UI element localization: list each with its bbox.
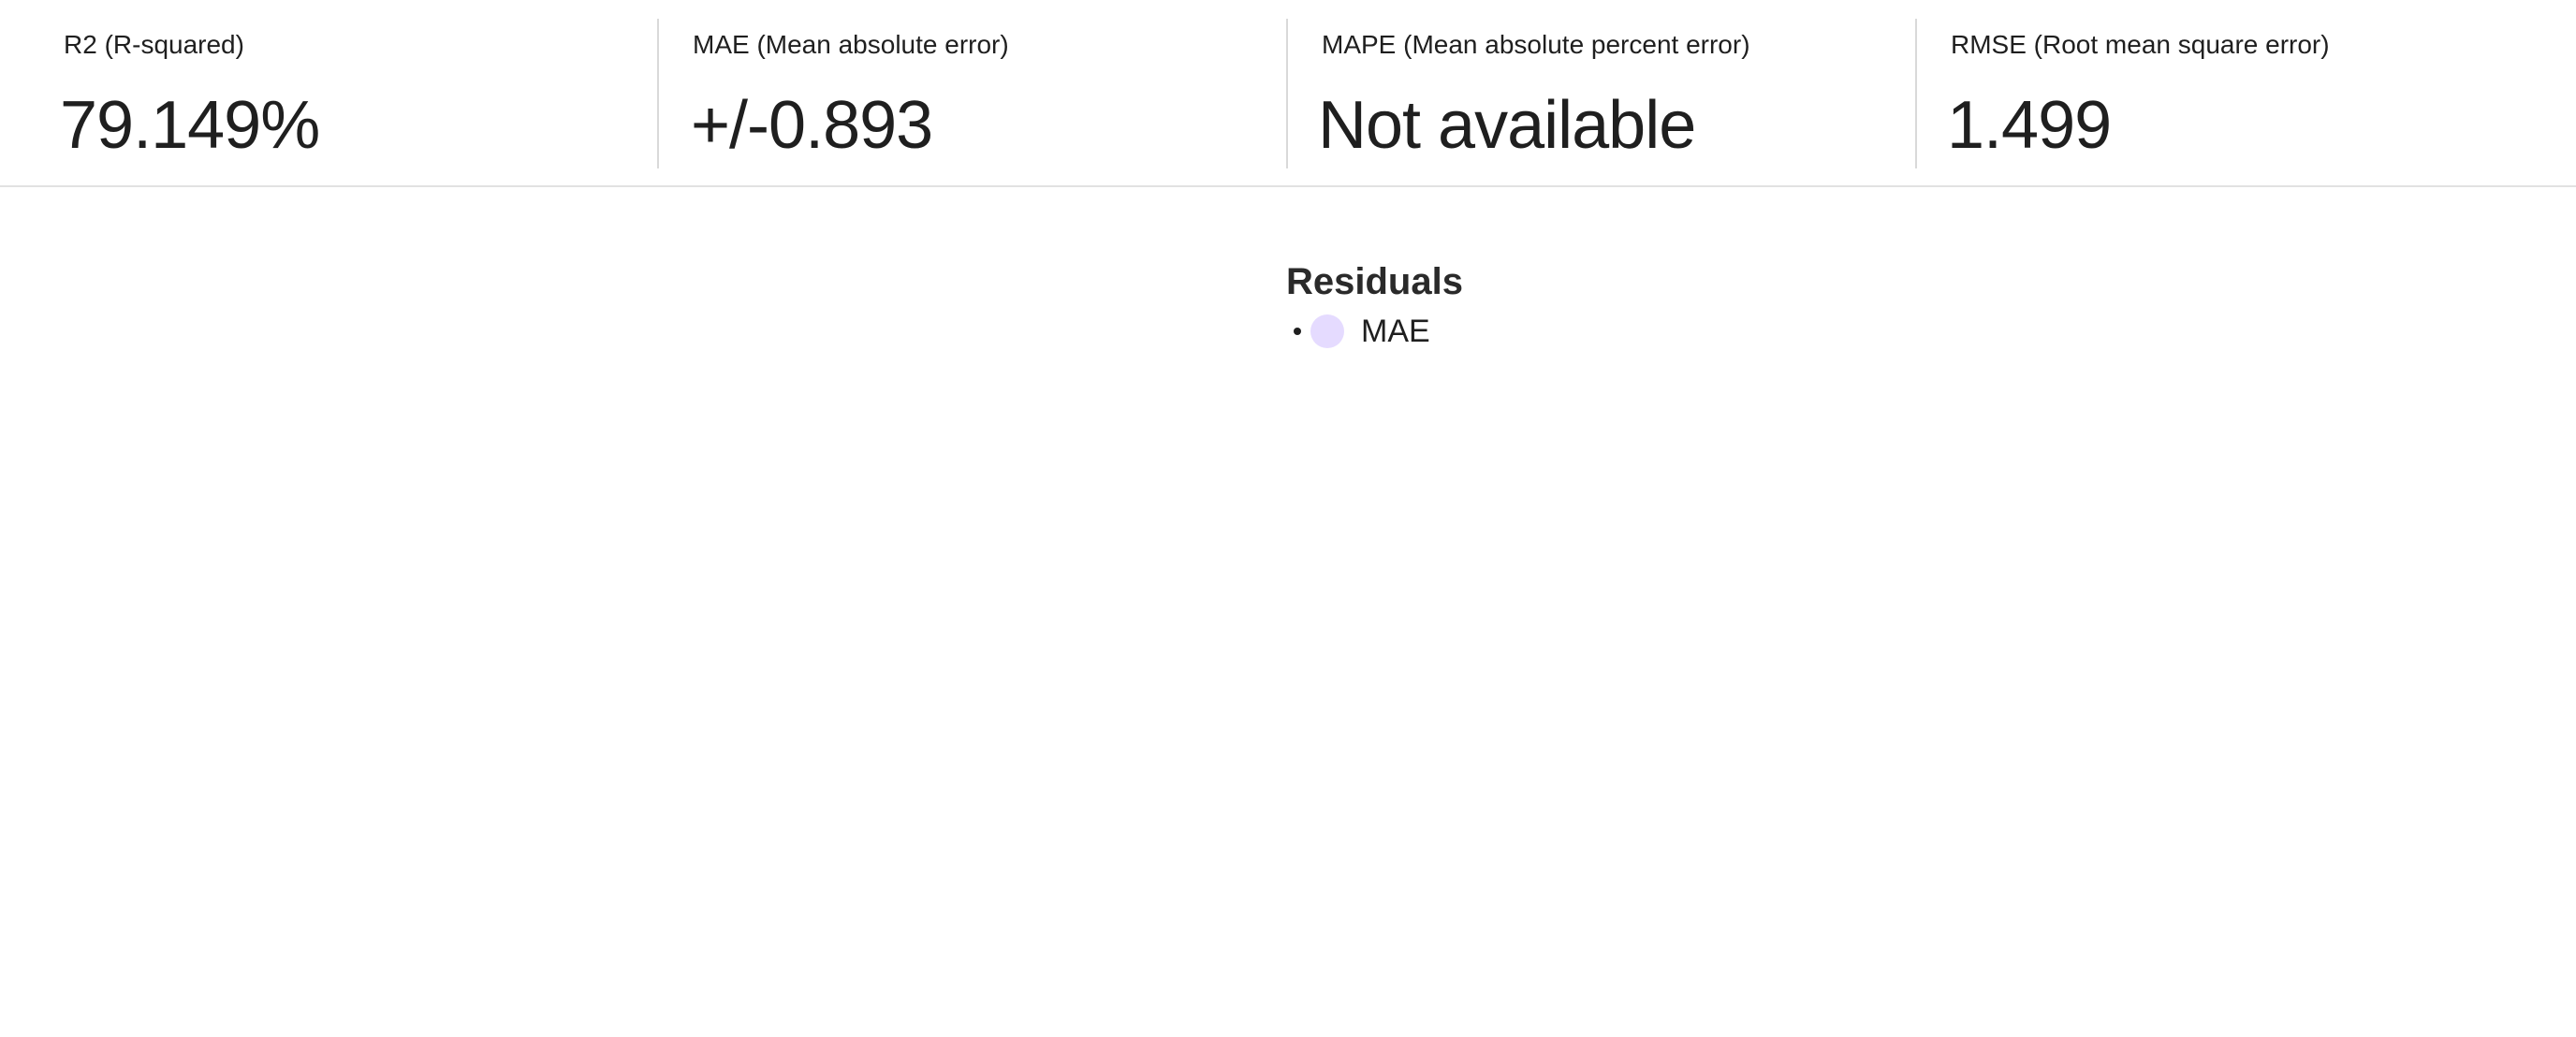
legend-item-mae[interactable]: MAE: [1286, 309, 1463, 354]
legend-swatch-icon: [1310, 314, 1344, 348]
metric-label: MAE (Mean absolute error): [693, 30, 1009, 59]
legend-label: MAE: [1361, 313, 1430, 349]
metric-label: MAPE (Mean absolute percent error): [1322, 30, 1750, 59]
bullet-icon: [1294, 328, 1301, 335]
metric-card-r2: R2 (R-squared) 79.149%: [0, 19, 657, 168]
metric-card-rmse: RMSE (Root mean square error) 1.499: [1915, 19, 2576, 168]
metric-card-mae: MAE (Mean absolute error) +/-0.893: [657, 19, 1286, 168]
metric-label: RMSE (Root mean square error): [1951, 30, 2330, 59]
metric-card-mape: MAPE (Mean absolute percent error) Not a…: [1286, 19, 1915, 168]
metric-value: 1.499: [1947, 88, 2112, 163]
metrics-bar: R2 (R-squared) 79.149% MAE (Mean absolut…: [0, 0, 2576, 187]
residuals-legend: MAE: [1286, 309, 1463, 354]
metric-value: Not available: [1318, 88, 1696, 163]
metric-value: 79.149%: [60, 88, 320, 163]
metric-label: R2 (R-squared): [64, 30, 244, 59]
residuals-title: Residuals: [1286, 261, 1463, 302]
residuals-panel: Residuals MAE: [1286, 258, 1463, 354]
metric-value: +/-0.893: [691, 88, 933, 163]
